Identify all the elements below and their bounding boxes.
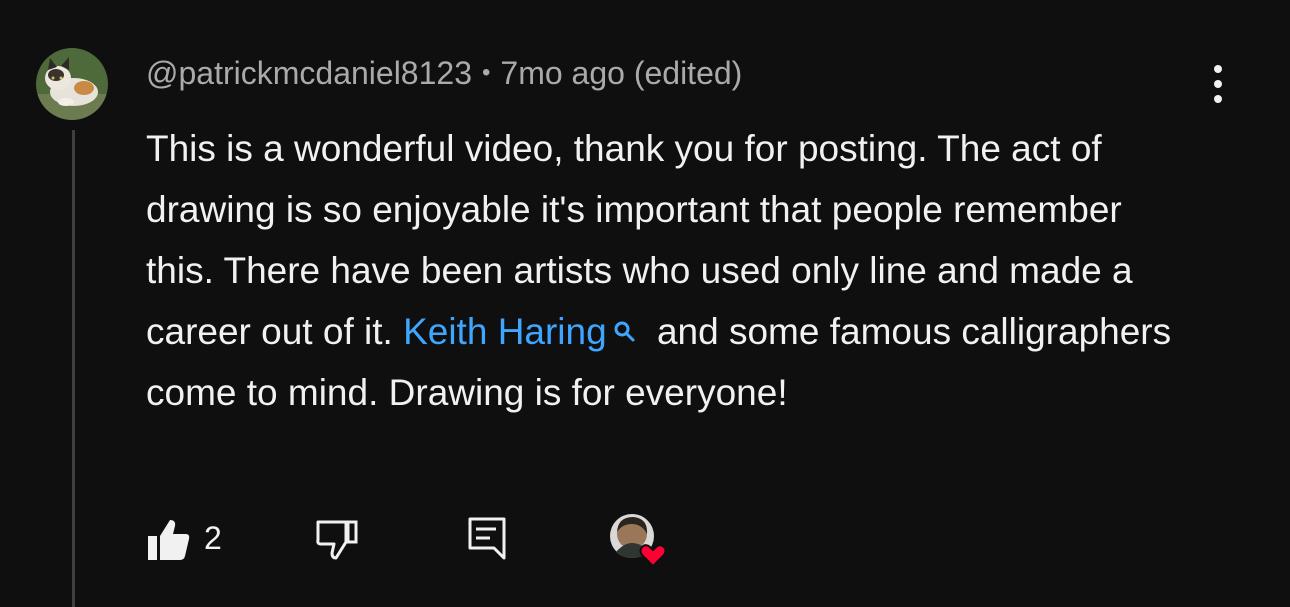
reply-comment-icon xyxy=(468,517,506,560)
like-count: 2 xyxy=(204,520,222,556)
edited-label: (edited) xyxy=(633,55,743,91)
comment-text: This is a wonderful video, thank you for… xyxy=(146,118,1176,423)
comment-time[interactable]: 7mo ago xyxy=(500,55,625,91)
more-actions-button[interactable] xyxy=(1200,62,1236,106)
comment-actions: 2 xyxy=(146,512,706,568)
author-handle[interactable]: @patrickmcdaniel8123 xyxy=(146,55,472,91)
thumb-up-icon xyxy=(148,520,190,560)
comment-header: @patrickmcdaniel8123 • 7mo ago (edited) xyxy=(146,52,1176,98)
thread-line xyxy=(72,130,75,607)
avatar-image xyxy=(36,48,108,120)
meta-separator: • xyxy=(481,59,491,86)
author-avatar[interactable] xyxy=(36,48,108,120)
comment: @patrickmcdaniel8123 • 7mo ago (edited) Th… xyxy=(146,52,1176,423)
reply-button[interactable] xyxy=(464,514,510,562)
search-link-text[interactable]: Keith Haring xyxy=(403,311,607,352)
dislike-button[interactable] xyxy=(314,516,360,562)
search-link[interactable]: Keith Haring xyxy=(403,311,647,352)
creator-heart[interactable] xyxy=(608,512,670,568)
search-icon xyxy=(611,303,639,342)
creator-heart-icon xyxy=(610,514,667,568)
thumb-down-icon xyxy=(316,520,358,560)
more-vert-icon xyxy=(1214,65,1222,103)
like-button[interactable] xyxy=(146,516,192,562)
